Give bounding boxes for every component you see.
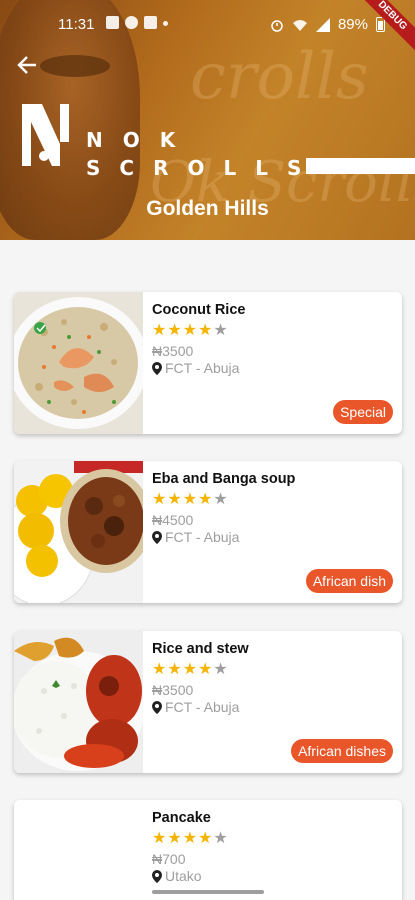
star-icon: ★ — [167, 322, 183, 339]
dish-card[interactable]: Coconut Rice ★★★★★ ₦3500 FCT - Abuja Spe… — [14, 292, 402, 434]
star-icon: ★ — [152, 491, 168, 508]
star-empty-icon: ★ — [213, 322, 229, 339]
eba-banga-image — [14, 461, 143, 603]
wifi-icon — [292, 19, 307, 31]
star-icon: ★ — [167, 491, 183, 508]
star-icon: ★ — [152, 661, 168, 678]
dish-price: ₦3500 — [152, 343, 194, 359]
location-pin-icon — [152, 700, 162, 714]
star-empty-icon: ★ — [213, 661, 229, 678]
dish-location: FCT - Abuja — [152, 529, 392, 545]
star-icon: ★ — [152, 322, 168, 339]
page-title: Golden Hills — [146, 197, 269, 220]
star-icon: ★ — [182, 322, 199, 339]
location-text: FCT - Abuja — [165, 699, 240, 715]
arrow-left-icon — [17, 56, 36, 74]
dish-name: Coconut Rice — [152, 302, 246, 318]
signal-icon — [315, 17, 330, 32]
star-icon: ★ — [152, 830, 168, 847]
star-icon: ★ — [182, 491, 199, 508]
rating-stars: ★★★★★ — [152, 661, 392, 679]
star-icon: ★ — [198, 322, 214, 339]
pancake-image — [14, 800, 143, 900]
status-time: 11:31 — [58, 16, 95, 33]
logo-text-nok: NOK — [86, 128, 196, 152]
location-text: Utako — [165, 868, 202, 884]
dish-location: FCT - Abuja — [152, 699, 392, 715]
mail-icon — [144, 16, 157, 29]
star-icon: ★ — [167, 661, 183, 678]
dish-name: Eba and Banga soup — [152, 471, 296, 487]
nok-logo-icon — [22, 104, 69, 166]
rating-stars: ★★★★★ — [152, 830, 392, 848]
star-icon: ★ — [182, 661, 199, 678]
dish-price: ₦4500 — [152, 512, 194, 528]
dish-name: Rice and stew — [152, 641, 249, 657]
rating-stars: ★★★★★ — [152, 322, 392, 340]
star-icon: ★ — [198, 661, 214, 678]
dish-card[interactable]: Rice and stew ★★★★★ ₦3500 FCT - Abuja Af… — [14, 631, 402, 773]
rating-stars: ★★★★★ — [152, 491, 392, 509]
status-bar: 11:31 89% — [0, 0, 415, 48]
location-text: FCT - Abuja — [165, 360, 240, 376]
coconut-rice-image — [14, 292, 143, 434]
notification-icons — [106, 16, 168, 29]
star-icon: ★ — [198, 491, 214, 508]
category-badge[interactable]: African dishes — [291, 739, 393, 763]
category-badge[interactable]: African dish — [305, 569, 393, 593]
alarm-icon — [271, 19, 283, 32]
back-button[interactable] — [16, 54, 42, 80]
logo-text-scrolls: SCROLLS — [86, 156, 321, 180]
rice-stew-image — [14, 631, 143, 773]
dish-card[interactable]: Pancake ★★★★★ ₦700 Utako — [14, 800, 402, 900]
location-pin-icon — [152, 869, 162, 883]
dish-price: ₦700 — [152, 851, 186, 867]
dish-price: ₦3500 — [152, 682, 194, 698]
star-icon: ★ — [167, 830, 183, 847]
gesture-nav-pill[interactable] — [152, 890, 264, 894]
location-pin-icon — [152, 361, 162, 375]
more-notifications-icon — [163, 21, 168, 26]
system-icons: 89% — [270, 16, 385, 33]
gallery-icon — [106, 16, 119, 29]
battery-percentage: 89% — [337, 16, 368, 33]
star-icon: ★ — [182, 830, 199, 847]
dish-location: FCT - Abuja — [152, 360, 392, 376]
logo-bar — [306, 158, 415, 174]
star-icon: ★ — [198, 830, 214, 847]
dish-location: Utako — [152, 868, 392, 884]
star-empty-icon: ★ — [213, 491, 229, 508]
star-empty-icon: ★ — [213, 830, 229, 847]
whatsapp-icon — [125, 16, 138, 29]
dish-card[interactable]: Eba and Banga soup ★★★★★ ₦4500 FCT - Abu… — [14, 461, 402, 603]
category-badge[interactable]: Special — [333, 400, 393, 424]
dish-name: Pancake — [152, 810, 211, 826]
location-text: FCT - Abuja — [165, 529, 240, 545]
location-pin-icon — [152, 530, 162, 544]
